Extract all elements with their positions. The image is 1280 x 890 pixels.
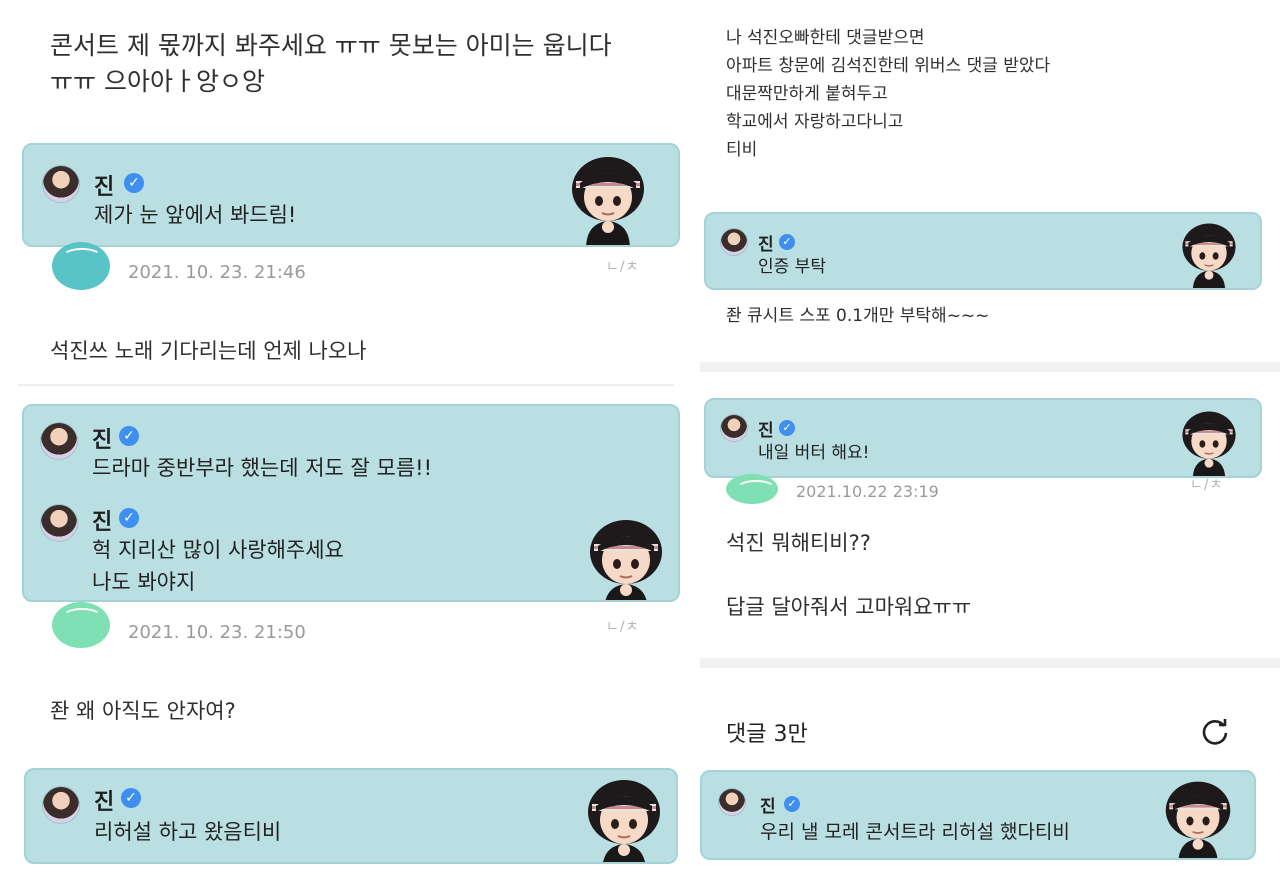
fan-avatar[interactable] bbox=[726, 474, 778, 504]
artist-reply-text: 리허설 하고 왔음티비 bbox=[94, 820, 282, 844]
jin-avatar[interactable] bbox=[42, 165, 80, 203]
post-date: 2021. 10. 23. 21:50 bbox=[128, 622, 306, 643]
refresh-icon[interactable] bbox=[1200, 716, 1230, 746]
jin-avatar[interactable] bbox=[40, 504, 78, 542]
divider bbox=[18, 384, 674, 386]
section-gap bbox=[700, 658, 1280, 668]
artist-name[interactable]: 진 bbox=[758, 230, 774, 255]
post-date: 2021. 10. 23. 21:46 bbox=[128, 262, 306, 283]
artist-reply-text: 내일 버터 해요! bbox=[758, 443, 870, 463]
artist-reply-text: 인증 부탁 bbox=[758, 257, 826, 277]
artist-reply-card[interactable]: 진 ✓ 인증 부탁 bbox=[704, 212, 1262, 290]
jin-avatar[interactable] bbox=[720, 228, 748, 256]
verified-badge-icon: ✓ bbox=[119, 508, 139, 528]
verified-badge-icon: ✓ bbox=[121, 788, 141, 808]
translate-icon[interactable]: ㄴ/ㅊ bbox=[606, 256, 639, 276]
artist-reply-card[interactable]: 진 ✓ 내일 버터 해요! bbox=[704, 398, 1262, 478]
artist-name[interactable]: 진 bbox=[758, 416, 774, 441]
left-screenshot: 콘서트 제 몫까지 봐주세요 ㅠㅠ 못보는 아미는 웁니다 ㅠㅠ 으아아ㅏ앙ㅇ앙… bbox=[0, 0, 692, 890]
artist-name[interactable]: 진 bbox=[92, 422, 112, 454]
verified-badge-icon: ✓ bbox=[784, 796, 800, 812]
jin-chibi-sticker-icon bbox=[1182, 223, 1236, 288]
fan-post-thanks: 답글 달아줘서 고마워요ㅠㅠ bbox=[726, 595, 972, 619]
artist-reply-text: 헉 지리산 많이 사랑해주세요 나도 봐야지 bbox=[92, 538, 344, 594]
verified-badge-icon: ✓ bbox=[119, 426, 139, 446]
right-screenshot: 나 석진오빠한테 댓글받으면 아파트 창문에 김석진한테 위버스 댓글 받았다 … bbox=[700, 0, 1280, 890]
artist-name[interactable]: 진 bbox=[92, 504, 112, 536]
artist-reply-text: 제가 눈 앞에서 봐드림! bbox=[94, 203, 297, 227]
artist-reply-text: 드라마 중반부라 했는데 저도 잘 모름!! bbox=[92, 456, 433, 480]
fan-avatar[interactable] bbox=[52, 242, 110, 290]
jin-avatar[interactable] bbox=[40, 422, 78, 460]
artist-reply-text: 우리 낼 모레 콘서트라 리허설 했다티비 bbox=[760, 821, 1070, 843]
verified-badge-icon: ✓ bbox=[779, 420, 795, 436]
verified-badge-icon: ✓ bbox=[124, 173, 144, 193]
translate-icon[interactable]: ㄴ/ㅊ bbox=[606, 616, 639, 636]
fan-post-song: 석진쓰 노래 기다리는데 언제 나오나 bbox=[50, 339, 367, 363]
post-date: 2021.10.22 23:19 bbox=[796, 482, 939, 501]
artist-name[interactable]: 진 bbox=[760, 792, 776, 817]
jin-avatar[interactable] bbox=[720, 414, 748, 442]
fan-post-concert: 콘서트 제 몫까지 봐주세요 ㅠㅠ 못보는 아미는 웁니다 ㅠㅠ 으아아ㅏ앙ㅇ앙 bbox=[50, 31, 612, 96]
jin-avatar[interactable] bbox=[42, 786, 80, 824]
artist-name[interactable]: 진 bbox=[94, 169, 114, 201]
jin-avatar[interactable] bbox=[718, 788, 746, 816]
jin-chibi-sticker-icon bbox=[1182, 411, 1236, 476]
section-gap bbox=[700, 362, 1280, 372]
artist-reply-card[interactable]: 진 ✓ 드라마 중반부라 했는데 저도 잘 모름!! 진 ✓ 헉 지리산 많이 … bbox=[22, 404, 680, 602]
fan-post-sleep: 좐 왜 아직도 안자여? bbox=[50, 699, 236, 723]
jin-chibi-sticker-icon bbox=[590, 520, 662, 600]
jin-chibi-sticker-icon bbox=[572, 157, 644, 245]
artist-reply-card[interactable]: 진 ✓ 리허설 하고 왔음티비 bbox=[24, 768, 678, 864]
fan-avatar[interactable] bbox=[52, 602, 110, 648]
fan-post-cuesheet: 좐 큐시트 스포 0.1개만 부탁해~~~ bbox=[726, 306, 990, 326]
artist-reply-card[interactable]: 진 ✓ 제가 눈 앞에서 봐드림! bbox=[22, 143, 680, 247]
translate-icon[interactable]: ㄴ/ㅊ bbox=[1190, 474, 1223, 494]
jin-chibi-sticker-icon bbox=[1165, 781, 1231, 858]
artist-reply-card[interactable]: 진 ✓ 우리 낼 모레 콘서트라 리허설 했다티비 bbox=[700, 770, 1256, 860]
comments-count[interactable]: 댓글 3만 bbox=[726, 716, 808, 748]
fan-post-tv: 석진 뭐해티비?? bbox=[726, 531, 871, 555]
verified-badge-icon: ✓ bbox=[779, 234, 795, 250]
jin-chibi-sticker-icon bbox=[588, 780, 660, 862]
artist-name[interactable]: 진 bbox=[94, 784, 114, 816]
fan-post-apartment: 나 석진오빠한테 댓글받으면 아파트 창문에 김석진한테 위버스 댓글 받았다 … bbox=[726, 28, 1051, 160]
